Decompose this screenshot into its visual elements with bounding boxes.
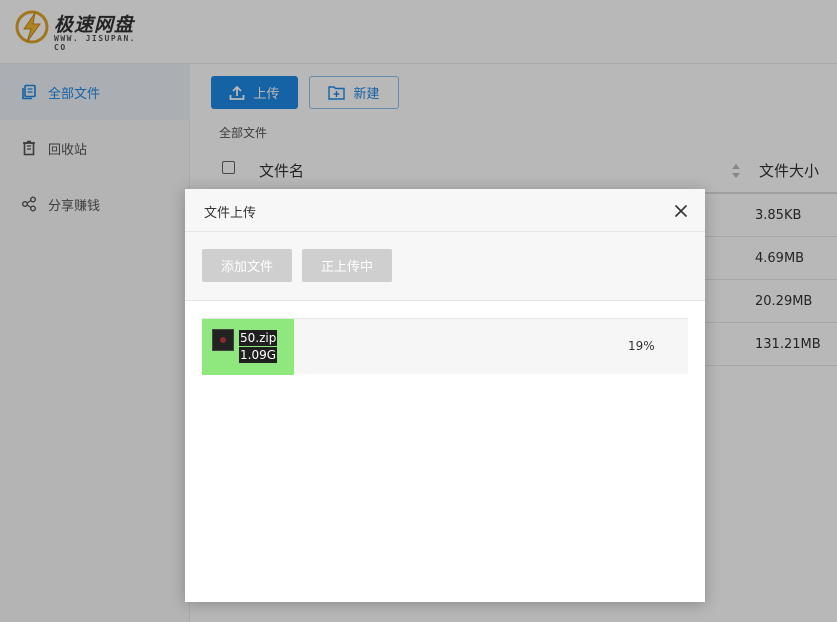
- uploading-button[interactable]: 正上传中: [302, 249, 392, 282]
- upload-file-name: 50.zip: [239, 330, 278, 346]
- file-thumbnail-icon: [212, 329, 234, 351]
- upload-file-size: 1.09G: [239, 347, 278, 363]
- upload-file-item: 50.zip 1.09G 19%: [202, 318, 688, 375]
- dialog-header: 文件上传: [185, 189, 705, 232]
- dialog-toolbar: 添加文件 正上传中: [185, 232, 705, 301]
- upload-dialog: 文件上传 添加文件 正上传中 50.zip 1.09G 19%: [185, 189, 705, 602]
- dialog-title: 文件上传: [204, 206, 257, 221]
- upload-progress-percent: 19%: [628, 339, 655, 353]
- add-files-button[interactable]: 添加文件: [202, 249, 292, 282]
- close-icon[interactable]: [674, 204, 688, 218]
